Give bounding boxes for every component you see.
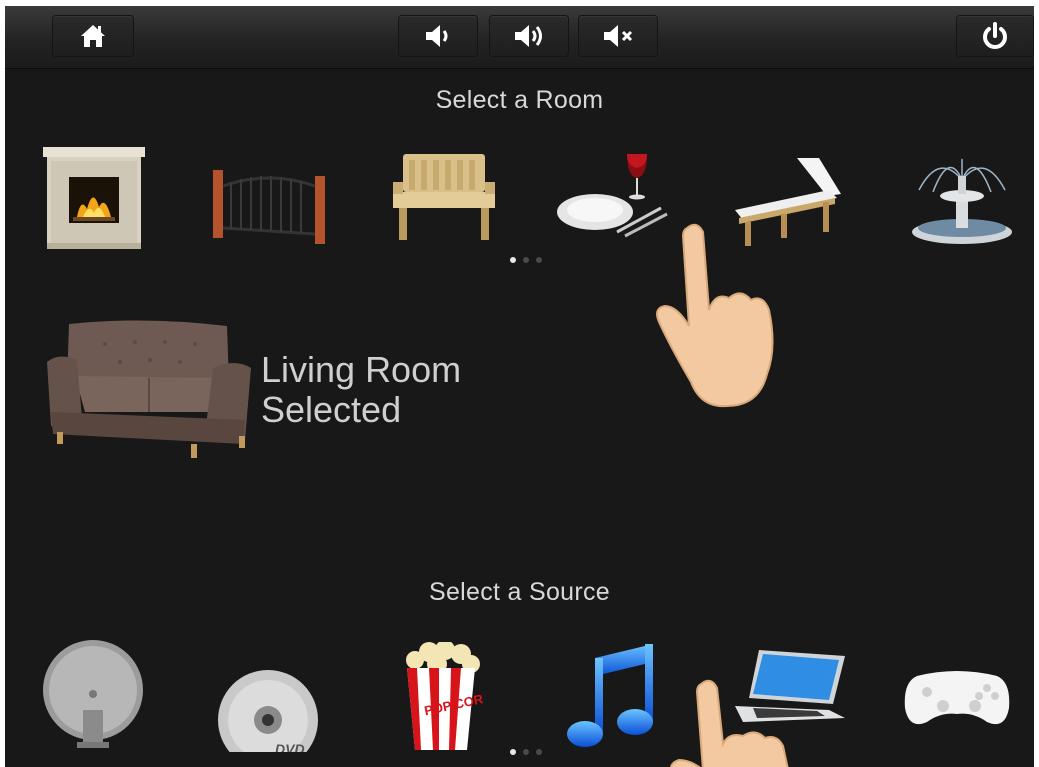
selected-room-name: Living Room [261, 349, 462, 390]
popcorn-icon: POP CORN [406, 640, 494, 750]
source-popcorn[interactable]: POP CORN [399, 640, 494, 763]
source-dvd[interactable]: DVD [215, 668, 321, 767]
fountain-icon [912, 158, 1012, 244]
room-page-dot[interactable] [523, 257, 529, 263]
volume-down-icon [426, 25, 448, 47]
source-page-indicator[interactable] [510, 749, 542, 755]
home-button[interactable] [53, 16, 133, 56]
dining-icon [557, 154, 668, 238]
source-page-dot[interactable] [523, 749, 529, 755]
sofa-icon [47, 320, 251, 458]
source-carousel[interactable]: DVD POP CORN [5, 634, 1034, 767]
source-game-controller[interactable] [903, 668, 1011, 735]
source-satellite[interactable] [41, 638, 147, 755]
home-icon [81, 25, 105, 47]
room-page-indicator[interactable] [510, 257, 542, 263]
room-dining[interactable] [555, 148, 673, 249]
power-button[interactable] [957, 16, 1033, 56]
room-bench[interactable] [389, 152, 499, 249]
source-page-dot[interactable] [536, 749, 542, 755]
room-section-title: Select a Room [435, 86, 604, 114]
room-carousel[interactable] [5, 144, 1034, 254]
mute-icon [604, 25, 633, 47]
room-gate[interactable] [211, 166, 327, 251]
source-music[interactable] [565, 640, 659, 757]
power-icon [983, 22, 1007, 49]
volume-down-button[interactable] [399, 16, 477, 56]
gate-icon [213, 170, 325, 244]
mute-button[interactable] [579, 16, 657, 56]
selected-status: Selected [261, 389, 402, 430]
source-page-dot[interactable] [510, 749, 516, 755]
room-lounge-chair[interactable] [731, 154, 849, 255]
source-laptop[interactable] [733, 648, 847, 729]
dvd-label: DVD [275, 741, 305, 752]
bench-icon [393, 154, 495, 240]
laptop-icon [735, 650, 845, 722]
game-controller-icon [904, 671, 1010, 725]
source-section-title: Select a Source [429, 578, 610, 606]
remote-app-screen: Select a Room Living Room Selected Selec… [5, 6, 1034, 767]
fireplace-icon [43, 147, 145, 249]
room-fountain[interactable] [909, 150, 1015, 253]
lounge-chair-icon [735, 158, 841, 246]
music-note-icon [567, 644, 653, 747]
room-fireplace[interactable] [41, 147, 147, 254]
room-page-dot[interactable] [510, 257, 516, 263]
volume-up-icon [515, 25, 542, 47]
satellite-dish-icon [43, 640, 143, 748]
room-page-dot[interactable] [536, 257, 542, 263]
top-toolbar [5, 6, 1034, 69]
dvd-icon: DVD [218, 670, 318, 767]
selected-room-label: Living Room Selected [261, 350, 461, 430]
selected-room-image [45, 316, 255, 467]
volume-up-button[interactable] [490, 16, 568, 56]
